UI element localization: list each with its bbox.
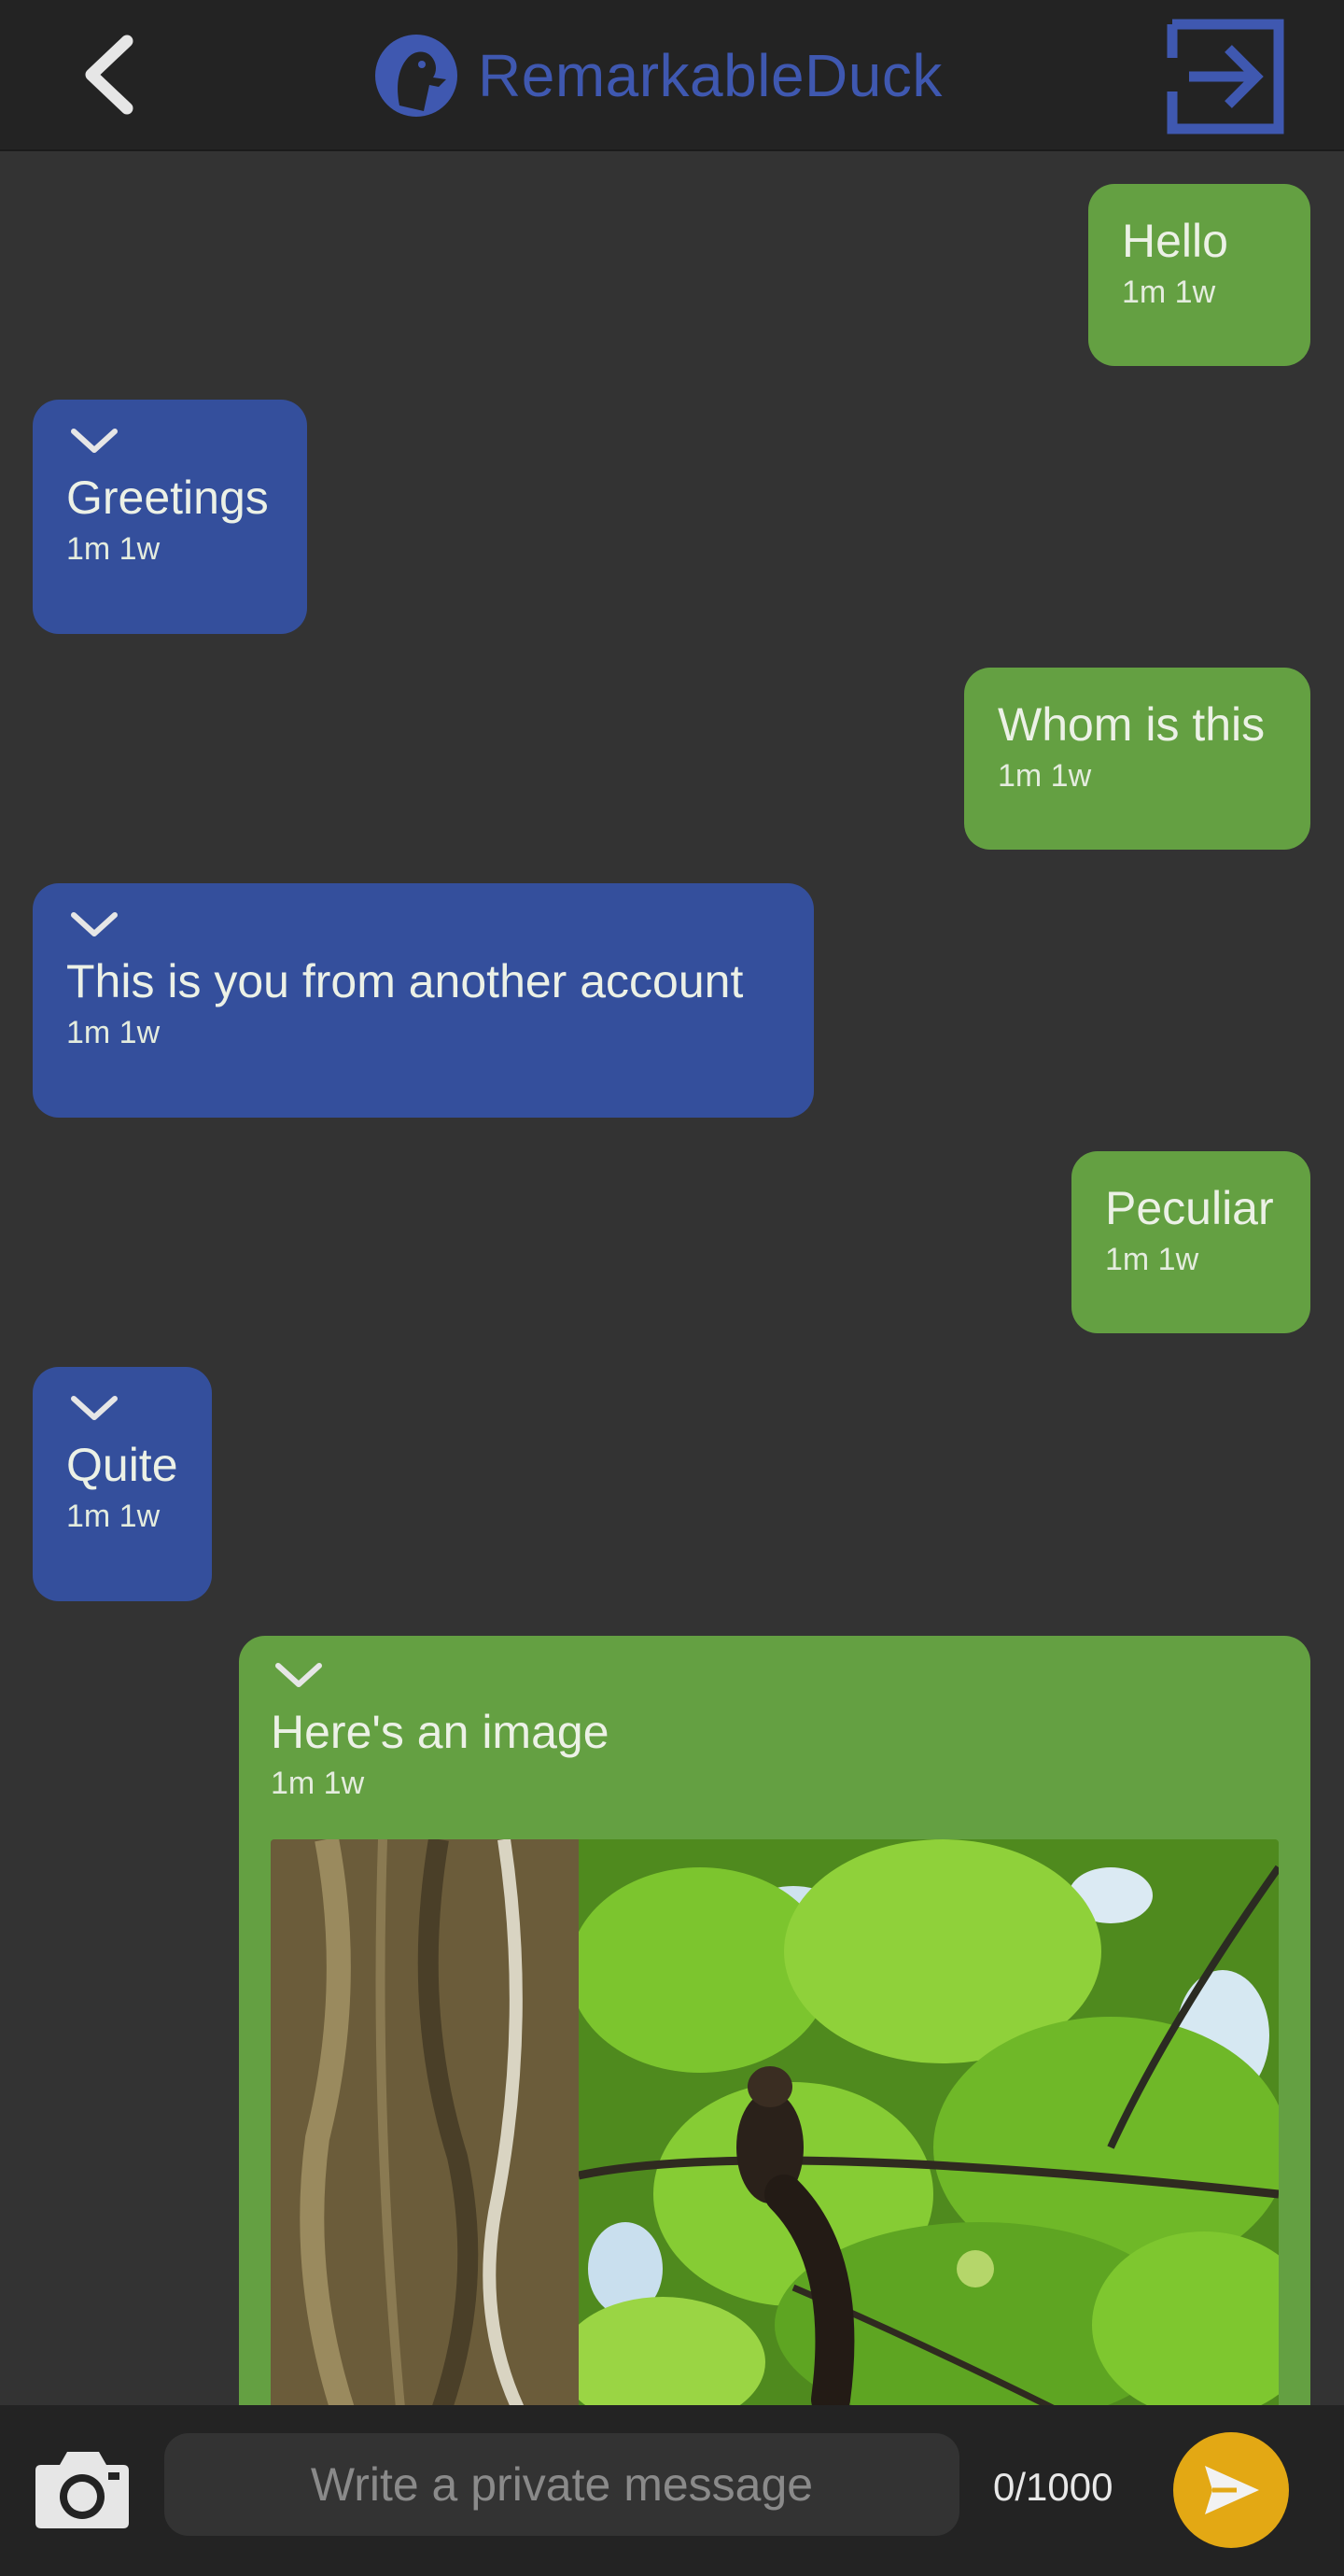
chat-screen: RemarkableDuck Hello 1m 1w Greetings 1m … — [0, 0, 1344, 2576]
message-time: 1m 1w — [271, 1766, 365, 1801]
message-bubble-sent[interactable]: Hello 1m 1w — [1088, 184, 1310, 366]
message-text: This is you from another account — [66, 955, 744, 1007]
message-time: 1m 1w — [1122, 274, 1216, 310]
message-bubble-received[interactable]: Greetings 1m 1w — [33, 400, 307, 634]
chevron-down-icon[interactable] — [68, 1391, 120, 1425]
message-input[interactable] — [164, 2433, 959, 2536]
conversation-title[interactable]: RemarkableDuck — [373, 34, 943, 118]
message-bubble-sent[interactable]: Peculiar 1m 1w — [1071, 1151, 1310, 1333]
message-time: 1m 1w — [66, 1015, 161, 1050]
attached-photo[interactable] — [271, 1839, 1279, 2418]
send-icon — [1205, 2466, 1259, 2514]
chevron-left-icon — [85, 35, 133, 115]
message-text: Peculiar — [1105, 1182, 1274, 1234]
message-text: Greetings — [66, 472, 269, 524]
top-bar: RemarkableDuck — [0, 0, 1344, 151]
message-composer: 0/1000 — [0, 2405, 1344, 2576]
camera-button[interactable] — [32, 2442, 133, 2536]
message-bubble-received[interactable]: Quite 1m 1w — [33, 1367, 212, 1601]
character-counter: 0/1000 — [993, 2465, 1113, 2509]
message-time: 1m 1w — [66, 531, 161, 567]
chevron-down-icon[interactable] — [68, 908, 120, 941]
sign-out-icon — [1167, 19, 1284, 134]
message-bubble-sent[interactable]: Whom is this 1m 1w — [964, 668, 1310, 850]
message-text: Quite — [66, 1439, 178, 1491]
message-time: 1m 1w — [998, 758, 1092, 794]
chevron-down-icon[interactable] — [68, 424, 120, 457]
message-bubble-received[interactable]: This is you from another account 1m 1w — [33, 883, 814, 1118]
duck-avatar-icon — [375, 35, 457, 117]
back-button[interactable] — [65, 28, 159, 121]
message-time: 1m 1w — [66, 1499, 161, 1534]
leave-conversation-button[interactable] — [1167, 19, 1286, 134]
message-time: 1m 1w — [1105, 1242, 1199, 1277]
chevron-down-icon[interactable] — [273, 1658, 325, 1692]
camera-icon — [35, 2452, 129, 2528]
message-text: Here's an image — [271, 1706, 609, 1758]
message-text: Whom is this — [998, 698, 1266, 751]
contact-name: RemarkableDuck — [478, 42, 943, 109]
send-button[interactable] — [1173, 2432, 1289, 2548]
message-text: Hello — [1122, 215, 1228, 267]
